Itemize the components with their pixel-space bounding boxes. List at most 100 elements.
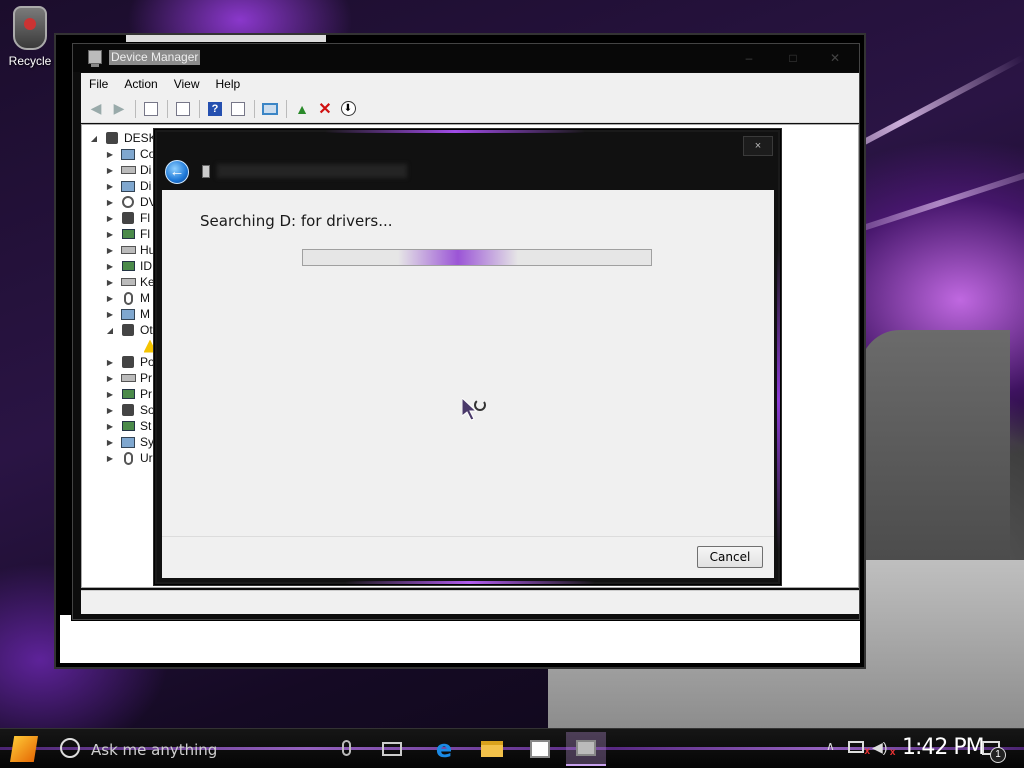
tree-item[interactable]: ▶ ID xyxy=(104,258,152,274)
expand-arrow-icon[interactable]: ▶ xyxy=(104,262,116,271)
tree-item[interactable]: ▶ DV xyxy=(104,194,157,210)
device-manager-titlebar[interactable]: Device Manager – □ ✕ xyxy=(73,44,859,72)
expand-arrow-icon[interactable]: ▶ xyxy=(104,246,116,255)
search-box[interactable]: Ask me anything xyxy=(91,741,217,759)
dvd-drive-icon xyxy=(120,195,136,209)
tree-item[interactable]: ◢ Ot xyxy=(104,322,153,338)
tree-item[interactable]: ▶ Di xyxy=(104,162,151,178)
device-manager-icon xyxy=(88,50,102,67)
taskbar-app-store[interactable] xyxy=(520,732,560,766)
cancel-button[interactable]: Cancel xyxy=(697,546,763,568)
tree-item[interactable]: ▶ Pr xyxy=(104,386,152,402)
update-driver-icon: ▲ xyxy=(295,100,309,117)
tree-item[interactable]: ▶ Ur xyxy=(104,450,153,466)
show-hide-console-tree-button[interactable] xyxy=(140,99,162,119)
tree-item[interactable]: ▶ Hu xyxy=(104,242,155,258)
menu-help[interactable]: Help xyxy=(208,77,249,91)
forward-button[interactable]: ▶ xyxy=(108,99,130,119)
usb-icon xyxy=(120,451,136,465)
display-adapter-icon xyxy=(120,179,136,193)
tree-item-label: Sy xyxy=(140,435,155,449)
desktop-icon-recycle-bin[interactable]: Recycle xyxy=(4,6,56,68)
expand-arrow-icon[interactable]: ▶ xyxy=(104,294,116,303)
tree-item[interactable]: ▶ Co xyxy=(104,146,155,162)
expand-arrow-icon[interactable]: ▶ xyxy=(104,358,116,367)
tree-item[interactable]: ▶ Di xyxy=(104,178,151,194)
expand-arrow-icon[interactable]: ▶ xyxy=(104,406,116,415)
menu-view[interactable]: View xyxy=(166,77,208,91)
update-driver-button[interactable]: ▲ xyxy=(291,99,313,119)
uninstall-device-button[interactable]: ✕ xyxy=(314,99,336,119)
busy-cursor-icon xyxy=(462,398,486,421)
expand-arrow-icon[interactable]: ▶ xyxy=(104,198,116,207)
forward-arrow-icon: ▶ xyxy=(113,100,125,116)
microphone-icon[interactable] xyxy=(342,740,351,756)
tree-item[interactable]: ▶ Po xyxy=(104,354,155,370)
network-disconnected-icon[interactable] xyxy=(848,741,870,757)
dialog-body: Searching D: for drivers... Cancel xyxy=(162,190,774,578)
expand-arrow-icon[interactable]: ▶ xyxy=(104,454,116,463)
tree-item-label: Ke xyxy=(140,275,155,289)
expand-arrow-icon[interactable]: ▶ xyxy=(104,230,116,239)
ide-controller-icon xyxy=(120,259,136,273)
expand-arrow-icon[interactable]: ▶ xyxy=(104,438,116,447)
action-pane-button[interactable] xyxy=(227,99,249,119)
processor-icon xyxy=(120,387,136,401)
expand-arrow-icon[interactable]: ▶ xyxy=(104,182,116,191)
taskbar-app-device-manager[interactable] xyxy=(566,732,606,766)
computer-icon xyxy=(104,131,120,145)
expand-arrow-icon[interactable]: ▶ xyxy=(104,310,116,319)
scan-hardware-button[interactable] xyxy=(259,99,281,119)
update-driver-dialog[interactable]: × ← Searching D: for drivers... Cancel xyxy=(154,129,781,585)
tree-item-label: St xyxy=(140,419,152,433)
close-button[interactable]: ✕ xyxy=(817,48,853,68)
tree-item-label: ID xyxy=(140,259,152,273)
expand-arrow-icon[interactable]: ▶ xyxy=(104,422,116,431)
start-button[interactable] xyxy=(10,736,38,762)
tree-root[interactable]: ◢ DESKT xyxy=(88,130,164,146)
tree-item[interactable]: ▶ Sy xyxy=(104,434,154,450)
collapse-arrow-icon[interactable]: ◢ xyxy=(88,134,100,143)
properties-button[interactable] xyxy=(172,99,194,119)
tree-item[interactable]: ▶ Fl xyxy=(104,210,150,226)
toolbar-separator xyxy=(286,99,287,118)
dialog-glow xyxy=(345,581,595,584)
disable-device-button[interactable]: ⬇ xyxy=(337,99,359,119)
expand-arrow-icon[interactable]: ▶ xyxy=(104,150,116,159)
back-button[interactable]: ◀ xyxy=(85,99,107,119)
folder-icon xyxy=(481,741,503,757)
recycle-bin-icon xyxy=(13,6,47,50)
expand-arrow-icon[interactable]: ▶ xyxy=(104,390,116,399)
tree-item[interactable]: ▶ Ke xyxy=(104,274,155,290)
cortana-icon[interactable] xyxy=(60,738,80,758)
back-arrow-button[interactable]: ← xyxy=(165,160,189,184)
tree-item-label: Ot xyxy=(140,323,153,337)
tree-item[interactable]: ▶ Fl xyxy=(104,226,150,242)
tree-item-label: M xyxy=(140,291,150,305)
toolbar-separator xyxy=(135,99,136,118)
expand-arrow-icon[interactable]: ▶ xyxy=(104,166,116,175)
tree-item[interactable]: ▶ St xyxy=(104,418,151,434)
tray-chevron-icon[interactable]: ∧ xyxy=(826,739,835,753)
menu-action[interactable]: Action xyxy=(116,77,165,91)
taskbar-app-file-explorer[interactable] xyxy=(472,732,512,766)
minimize-button[interactable]: – xyxy=(731,48,767,68)
taskbar-clock[interactable]: 1:42 PM xyxy=(902,735,985,760)
help-button[interactable]: ? xyxy=(204,99,226,119)
dialog-close-button[interactable]: × xyxy=(743,136,773,156)
maximize-button[interactable]: □ xyxy=(775,48,811,68)
task-view-icon[interactable] xyxy=(382,742,402,756)
taskbar-app-edge[interactable]: e xyxy=(424,732,464,766)
progress-marquee-indicator xyxy=(398,250,518,265)
tree-item[interactable]: ▶ So xyxy=(104,402,155,418)
tree-item[interactable]: ▶ M xyxy=(104,290,150,306)
expand-arrow-icon[interactable]: ▶ xyxy=(104,278,116,287)
menu-file[interactable]: File xyxy=(81,77,116,91)
volume-muted-icon[interactable]: ◀) xyxy=(872,739,896,758)
tree-item[interactable]: ▶ M xyxy=(104,306,150,322)
collapse-arrow-icon[interactable]: ◢ xyxy=(104,326,116,335)
tree-item[interactable]: ▶ Pr xyxy=(104,370,152,386)
monitor-icon xyxy=(120,147,136,161)
expand-arrow-icon[interactable]: ▶ xyxy=(104,214,116,223)
expand-arrow-icon[interactable]: ▶ xyxy=(104,374,116,383)
